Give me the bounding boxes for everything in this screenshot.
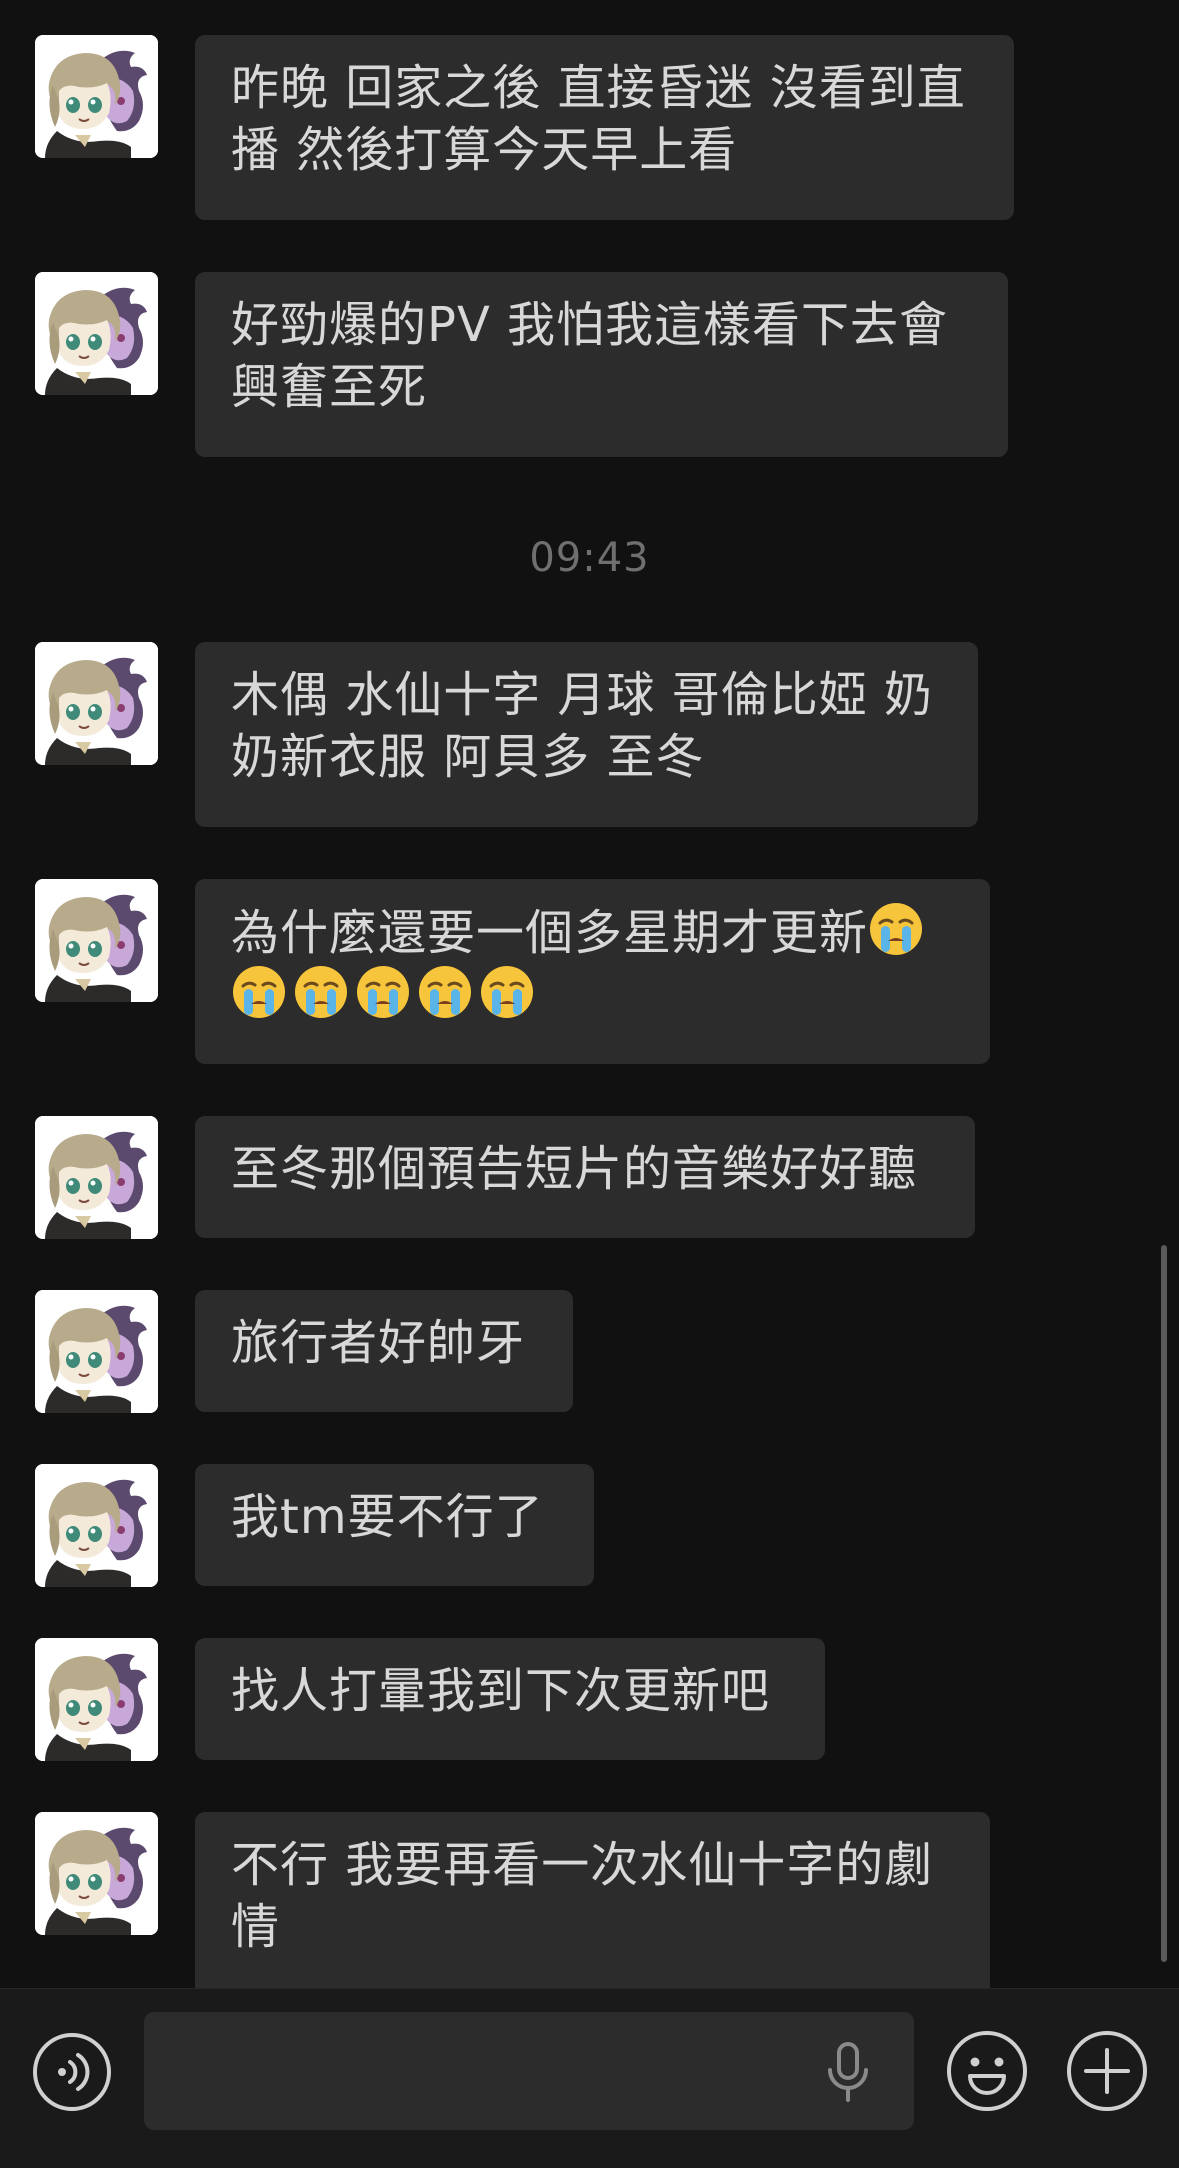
chibi-character-avatar-icon	[35, 272, 158, 395]
message-input[interactable]	[144, 2012, 914, 2130]
chibi-character-avatar-icon	[35, 1290, 158, 1413]
chibi-character-avatar-icon	[35, 1812, 158, 1935]
crying-face-emoji	[419, 966, 471, 1018]
message-bubble[interactable]: 找人打暈我到下次更新吧	[195, 1638, 825, 1760]
message-text: 不行 我要再看一次水仙十字的劇情	[231, 1837, 934, 1955]
chibi-character-avatar-icon	[35, 1116, 158, 1239]
emoji-face-icon[interactable]	[946, 2030, 1028, 2112]
message-text: 為什麼還要一個多星期才更新	[231, 905, 869, 961]
message-text: 找人打暈我到下次更新吧	[231, 1663, 771, 1719]
chibi-character-avatar-icon	[35, 35, 158, 158]
crying-face-emoji	[233, 966, 285, 1018]
message-bubble[interactable]: 昨晚 回家之後 直接昏迷 沒看到直播 然後打算今天早上看	[195, 35, 1014, 220]
message-text: 至冬那個預告短片的音樂好好聽	[231, 1141, 918, 1197]
message-bubble[interactable]: 為什麼還要一個多星期才更新	[195, 879, 990, 1064]
scrollbar[interactable]	[1161, 1245, 1167, 1962]
crying-face-emoji	[870, 903, 923, 955]
voice-input-icon[interactable]	[32, 2032, 112, 2112]
message-text: 好勁爆的PV 我怕我這樣看下去會興奮至死	[231, 297, 949, 415]
message-bubble[interactable]: 好勁爆的PV 我怕我這樣看下去會興奮至死	[195, 272, 1008, 457]
message-text: 旅行者好帥牙	[231, 1315, 526, 1371]
chibi-character-avatar-icon	[35, 1638, 158, 1761]
message-text: 木偶 水仙十字 月球 哥倫比婭 奶奶新衣服 阿貝多 至冬	[231, 667, 934, 785]
message-bubble[interactable]: 旅行者好帥牙	[195, 1290, 573, 1412]
chibi-character-avatar-icon	[35, 642, 158, 765]
plus-icon[interactable]	[1066, 2030, 1148, 2112]
avatar[interactable]	[35, 1638, 158, 1761]
avatar[interactable]	[35, 272, 158, 395]
avatar[interactable]	[35, 1290, 158, 1413]
chibi-character-avatar-icon	[35, 879, 158, 1002]
crying-face-emoji	[357, 966, 409, 1018]
message-text: 昨晚 回家之後 直接昏迷 沒看到直播 然後打算今天早上看	[231, 60, 966, 178]
message-bubble[interactable]: 我tm要不行了	[195, 1464, 594, 1586]
microphone-icon[interactable]	[820, 2040, 876, 2104]
message-bubble[interactable]: 不行 我要再看一次水仙十字的劇情	[195, 1812, 990, 1988]
avatar[interactable]	[35, 35, 158, 158]
message-text: 我tm要不行了	[231, 1489, 544, 1545]
chibi-character-avatar-icon	[35, 1464, 158, 1587]
crying-face-emoji	[295, 966, 347, 1018]
avatar[interactable]	[35, 1812, 158, 1935]
avatar[interactable]	[35, 879, 158, 1002]
crying-face-emoji	[481, 966, 533, 1018]
message-bubble[interactable]: 木偶 水仙十字 月球 哥倫比婭 奶奶新衣服 阿貝多 至冬	[195, 642, 978, 827]
avatar[interactable]	[35, 642, 158, 765]
message-bubble[interactable]: 至冬那個預告短片的音樂好好聽	[195, 1116, 975, 1238]
avatar[interactable]	[35, 1116, 158, 1239]
avatar[interactable]	[35, 1464, 158, 1587]
timestamp: 09:43	[529, 535, 650, 581]
